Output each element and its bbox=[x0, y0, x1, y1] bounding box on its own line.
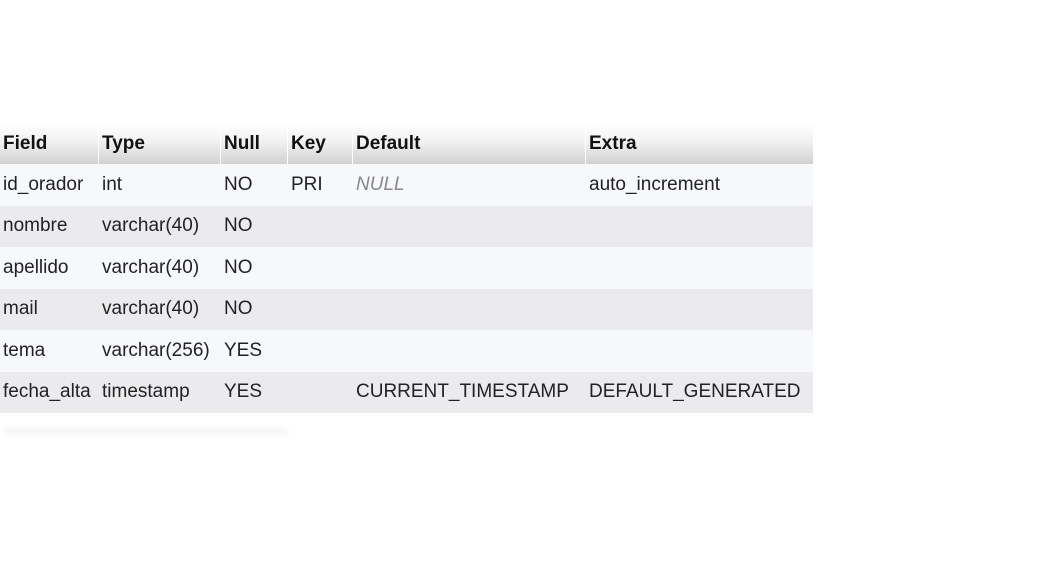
table-row[interactable]: nombre varchar(40) NO bbox=[0, 205, 813, 247]
cell-extra bbox=[586, 247, 813, 289]
cell-type: varchar(40) bbox=[99, 288, 221, 330]
cell-null: YES bbox=[221, 330, 288, 372]
column-header-type[interactable]: Type bbox=[99, 124, 221, 164]
cell-extra bbox=[586, 288, 813, 330]
cell-default: CURRENT_TIMESTAMP bbox=[353, 371, 586, 413]
cell-extra bbox=[586, 205, 813, 247]
table-body: id_orador int NO PRI NULL auto_increment… bbox=[0, 164, 813, 413]
column-header-key[interactable]: Key bbox=[288, 124, 353, 164]
table-structure-panel: Field Type Null Key Default Extra id_ora… bbox=[0, 124, 813, 413]
cell-field: tema bbox=[0, 330, 99, 372]
cell-type: varchar(256) bbox=[99, 330, 221, 372]
cell-field: nombre bbox=[0, 205, 99, 247]
cell-field: fecha_alta bbox=[0, 371, 99, 413]
cell-field: apellido bbox=[0, 247, 99, 289]
cell-type: timestamp bbox=[99, 371, 221, 413]
cell-null: NO bbox=[221, 247, 288, 289]
cell-extra bbox=[586, 330, 813, 372]
cell-field: id_orador bbox=[0, 164, 99, 206]
table-row[interactable]: fecha_alta timestamp YES CURRENT_TIMESTA… bbox=[0, 371, 813, 413]
structure-table: Field Type Null Key Default Extra id_ora… bbox=[0, 124, 813, 413]
cell-null: YES bbox=[221, 371, 288, 413]
table-row[interactable]: tema varchar(256) YES bbox=[0, 330, 813, 372]
table-footer-shadow bbox=[4, 428, 288, 438]
cell-default bbox=[353, 288, 586, 330]
cell-extra: auto_increment bbox=[586, 164, 813, 206]
column-header-default[interactable]: Default bbox=[353, 124, 586, 164]
cell-extra: DEFAULT_GENERATED bbox=[586, 371, 813, 413]
table-header: Field Type Null Key Default Extra bbox=[0, 124, 813, 164]
cell-type: int bbox=[99, 164, 221, 206]
cell-null: NO bbox=[221, 164, 288, 206]
column-header-field[interactable]: Field bbox=[0, 124, 99, 164]
column-header-null[interactable]: Null bbox=[221, 124, 288, 164]
cell-type: varchar(40) bbox=[99, 205, 221, 247]
null-value: NULL bbox=[356, 173, 405, 195]
table-row[interactable]: id_orador int NO PRI NULL auto_increment bbox=[0, 164, 813, 206]
cell-default bbox=[353, 205, 586, 247]
cell-key bbox=[288, 205, 353, 247]
cell-default bbox=[353, 330, 586, 372]
table-row[interactable]: apellido varchar(40) NO bbox=[0, 247, 813, 289]
cell-key bbox=[288, 330, 353, 372]
column-header-extra[interactable]: Extra bbox=[586, 124, 813, 164]
cell-key bbox=[288, 247, 353, 289]
cell-default bbox=[353, 247, 586, 289]
header-row: Field Type Null Key Default Extra bbox=[0, 124, 813, 164]
table-row[interactable]: mail varchar(40) NO bbox=[0, 288, 813, 330]
cell-key: PRI bbox=[288, 164, 353, 206]
cell-default: NULL bbox=[353, 164, 586, 206]
cell-null: NO bbox=[221, 288, 288, 330]
cell-type: varchar(40) bbox=[99, 247, 221, 289]
cell-field: mail bbox=[0, 288, 99, 330]
cell-null: NO bbox=[221, 205, 288, 247]
cell-key bbox=[288, 371, 353, 413]
cell-key bbox=[288, 288, 353, 330]
